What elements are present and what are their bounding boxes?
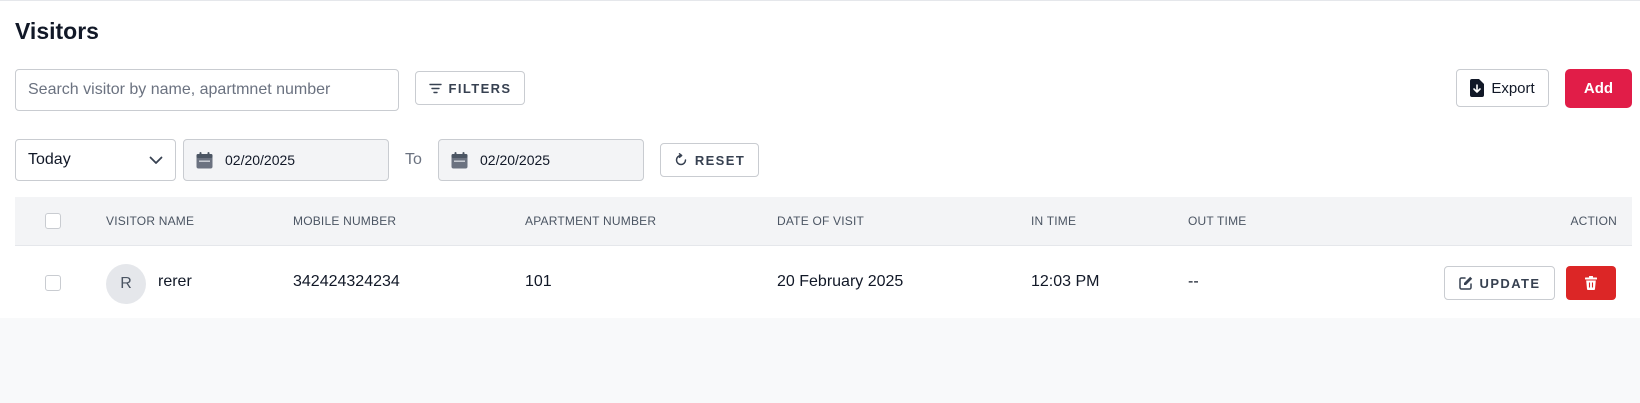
header-mobile-number: MOBILE NUMBER (293, 214, 397, 228)
visitors-panel: Visitors FILTERS Export Add Today 02/20/… (0, 0, 1640, 318)
row-checkbox[interactable] (45, 275, 61, 291)
visitor-name: rerer (158, 273, 192, 290)
header-visitor-name: VISITOR NAME (106, 214, 195, 228)
in-time: 12:03 PM (1031, 273, 1100, 290)
date-to-field[interactable]: 02/20/2025 (438, 139, 644, 181)
delete-button[interactable] (1566, 266, 1616, 300)
date-from-value: 02/20/2025 (225, 152, 296, 168)
page-title: Visitors (15, 18, 99, 44)
calendar-icon (451, 151, 468, 169)
out-time: -- (1188, 273, 1199, 290)
date-range-value: Today (28, 151, 71, 168)
avatar: R (106, 264, 146, 304)
filter-icon (428, 83, 442, 94)
date-range-select[interactable]: Today (15, 139, 176, 181)
add-button[interactable]: Add (1565, 69, 1632, 108)
export-file-icon (1470, 79, 1485, 97)
search-input[interactable] (15, 69, 399, 111)
update-label: UPDATE (1479, 275, 1541, 291)
header-apartment-number: APARTMENT NUMBER (525, 214, 657, 228)
update-button[interactable]: UPDATE (1444, 266, 1555, 300)
export-button[interactable]: Export (1456, 69, 1549, 107)
filters-button[interactable]: FILTERS (415, 71, 525, 105)
reset-icon (674, 153, 688, 167)
reset-button[interactable]: RESET (660, 143, 759, 177)
to-label: To (405, 151, 422, 168)
select-all-checkbox[interactable] (45, 213, 61, 229)
table-header: VISITOR NAME MOBILE NUMBER APARTMENT NUM… (15, 197, 1632, 246)
header-out-time: OUT TIME (1188, 214, 1247, 228)
filters-label: FILTERS (448, 80, 512, 96)
header-action: ACTION (1570, 214, 1617, 228)
header-date-of-visit: DATE OF VISIT (777, 214, 865, 228)
trash-icon (1585, 276, 1597, 290)
chevron-down-icon (149, 156, 163, 165)
reset-label: RESET (694, 152, 746, 168)
export-label: Export (1491, 79, 1535, 97)
calendar-icon (196, 151, 213, 169)
mobile-number: 342424324234 (293, 273, 400, 290)
date-to-value: 02/20/2025 (480, 152, 551, 168)
apartment-number: 101 (525, 273, 552, 290)
date-from-field[interactable]: 02/20/2025 (183, 139, 389, 181)
header-in-time: IN TIME (1031, 214, 1077, 228)
date-of-visit: 20 February 2025 (777, 273, 904, 290)
table-row: R rerer 342424324234 101 20 February 202… (15, 247, 1632, 317)
edit-icon (1458, 276, 1473, 290)
